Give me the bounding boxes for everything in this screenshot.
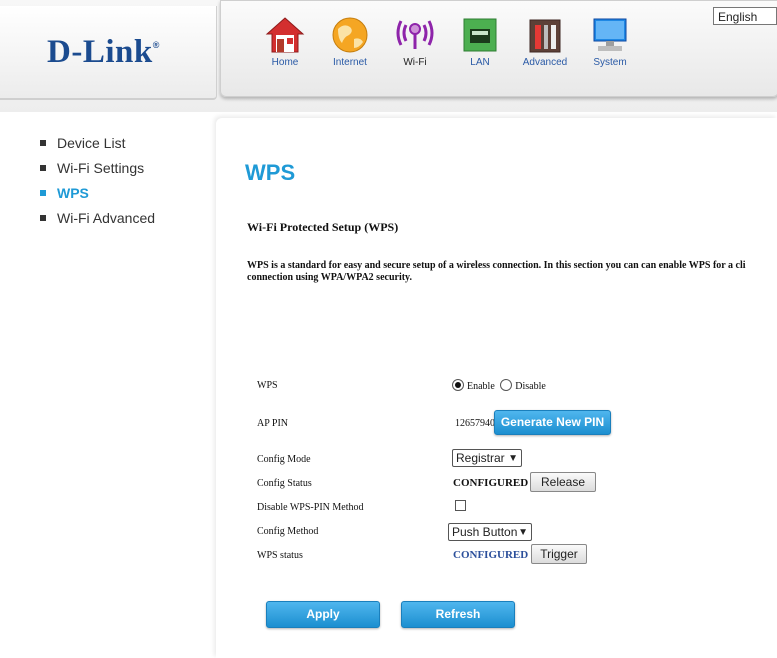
wps-disable-radio[interactable] — [500, 379, 513, 391]
generate-pin-button[interactable]: Generate New PIN — [494, 410, 611, 435]
description: WPS is a standard for easy and secure se… — [247, 260, 777, 284]
language-select[interactable]: English — [713, 7, 777, 25]
config-status-label: Config Status — [257, 478, 312, 489]
chevron-down-icon: ▼ — [508, 453, 518, 464]
wps-label: WPS — [257, 380, 278, 391]
config-status-value: CONFIGURED — [453, 477, 529, 489]
monitor-icon — [593, 18, 627, 51]
wps-status-label: WPS status — [257, 550, 303, 561]
wifi-icon — [396, 20, 434, 49]
nav-home[interactable]: Home — [253, 15, 317, 81]
config-method-select[interactable]: Push Button ▼ — [448, 523, 532, 541]
nav-wifi[interactable]: Wi-Fi — [383, 15, 447, 81]
wps-enable-radio[interactable] — [452, 379, 464, 391]
sidebar-item-wifi-advanced[interactable]: Wi-Fi Advanced — [40, 210, 155, 235]
nav-label: Wi-Fi — [403, 57, 427, 68]
trigger-button[interactable]: Trigger — [531, 544, 587, 564]
config-method-label: Config Method — [257, 526, 319, 537]
config-mode-select[interactable]: Registrar ▼ — [452, 449, 522, 467]
wps-enable-label: Enable — [467, 381, 495, 392]
tools-icon — [529, 19, 561, 53]
wps-radio-group: Enable Disable — [452, 379, 546, 392]
wps-status-value: CONFIGURED — [453, 549, 529, 561]
apply-button[interactable]: Apply — [266, 601, 380, 628]
page-title: WPS — [245, 160, 296, 185]
config-mode-value: Registrar — [456, 451, 505, 465]
release-button[interactable]: Release — [530, 472, 596, 492]
chevron-down-icon: ▼ — [518, 527, 528, 538]
nav-label: Home — [271, 57, 299, 68]
config-mode-label: Config Mode — [257, 454, 311, 465]
ap-pin-value: 12657940 — [455, 418, 495, 429]
disable-pin-label: Disable WPS-PIN Method — [257, 502, 364, 513]
top-nav: Home Internet Wi-Fi LAN Advanced System — [220, 0, 777, 97]
home-icon — [265, 17, 305, 53]
description-line: connection using WPA/WPA2 security. — [247, 272, 412, 283]
dlink-logo: D-Link® — [47, 34, 160, 70]
nav-internet[interactable]: Internet — [318, 15, 382, 81]
sidebar: Device List Wi-Fi Settings WPS Wi-Fi Adv… — [40, 135, 155, 235]
nav-label: Internet — [333, 57, 367, 68]
sidebar-item-wps[interactable]: WPS — [40, 185, 155, 210]
wps-disable-label: Disable — [515, 381, 546, 392]
globe-icon — [332, 17, 368, 53]
nav-advanced[interactable]: Advanced — [513, 15, 577, 81]
disable-pin-checkbox[interactable] — [455, 500, 466, 511]
sidebar-item-device-list[interactable]: Device List — [40, 135, 155, 160]
nav-label: Advanced — [522, 57, 568, 68]
config-method-value: Push Button — [452, 525, 518, 539]
ap-pin-label: AP PIN — [257, 418, 289, 429]
nav-lan[interactable]: LAN — [448, 15, 512, 81]
nav-system[interactable]: System — [578, 15, 642, 81]
section-title: Wi-Fi Protected Setup (WPS) — [247, 220, 399, 234]
sidebar-item-wifi-settings[interactable]: Wi-Fi Settings — [40, 160, 155, 185]
lan-icon — [463, 18, 497, 52]
nav-label: System — [593, 57, 627, 68]
refresh-button[interactable]: Refresh — [401, 601, 515, 628]
nav-label: LAN — [470, 57, 490, 68]
description-line: WPS is a standard for easy and secure se… — [247, 260, 746, 271]
